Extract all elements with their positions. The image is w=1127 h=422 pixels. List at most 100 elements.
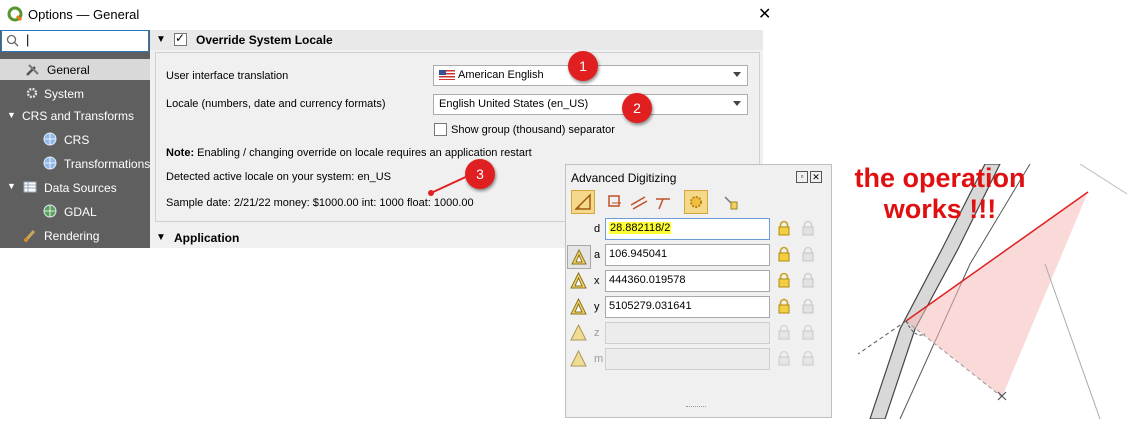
distance-value: 28.882118/2 [609,222,672,234]
parallel-icon [630,196,648,210]
search-text: | [26,32,30,47]
group-separator-checkbox[interactable] [434,123,447,136]
note-body: Enabling / changing override on locale r… [197,147,532,159]
settings-button[interactable] [684,190,708,214]
callout-badge-1: 1 [568,51,598,81]
angle-input[interactable]: 106.945041 [605,244,770,266]
relative-angle-button[interactable] [567,245,591,269]
lock-icon[interactable] [777,272,791,288]
sidebar-item-label: GDAL [64,205,97,219]
close-icon[interactable]: ✕ [810,171,822,183]
field-label-y: y [594,301,600,313]
override-locale-title: Override System Locale [196,33,333,47]
snap-button[interactable] [718,190,742,214]
z-input[interactable] [605,322,770,344]
sidebar-item-label: CRS [64,133,90,147]
lock-icon[interactable] [777,324,791,340]
close-icon[interactable]: ✕ [758,4,771,24]
window-title: Options — General [28,7,140,22]
lock-icon[interactable] [777,220,791,236]
enable-digitizing-button[interactable] [571,190,595,214]
lock-icon[interactable] [777,298,791,314]
application-section-title: Application [174,231,240,245]
distance-input[interactable]: 28.882118/2 [605,218,770,240]
resize-grip[interactable] [686,406,706,409]
digitizing-tools-icon [574,193,591,210]
relative-z-delta-icon[interactable] [570,324,587,341]
field-label-z: z [594,327,600,339]
chevron-down-icon [733,101,741,106]
x-value: 444360.019578 [609,274,686,286]
translation-label: User interface translation [166,70,289,82]
sidebar-item-transformations[interactable]: Transformations [0,154,150,174]
perpendicular-button[interactable] [651,190,675,214]
globe-icon [43,204,57,218]
construction-mode-button[interactable] [603,190,627,214]
paintbrush-icon [24,230,36,242]
us-flag-icon [439,70,455,80]
parallel-button[interactable] [627,190,651,214]
chevron-down-icon [733,72,741,77]
group-separator-label: Show group (thousand) separator [451,124,615,136]
globe-icon [43,132,57,146]
m-input[interactable] [605,348,770,370]
snap-icon [724,196,738,210]
sidebar-item-label: System [44,87,85,101]
field-label-d: d [594,223,601,235]
check-mark-icon: ✓ [175,31,186,45]
sidebar-item-crs[interactable]: CRS [0,130,150,150]
advanced-digitizing-title: Advanced Digitizing [571,171,677,185]
delta-icon [571,248,587,265]
annotation-line1: the operation [854,163,1026,193]
collapse-arrow-icon[interactable]: ▼ [156,232,166,243]
override-locale-header[interactable]: ▼ ✓ Override System Locale [150,30,763,50]
lock-icon[interactable] [777,246,791,262]
field-label-a: a [594,249,601,261]
locale-label: Locale (numbers, date and currency forma… [166,98,386,110]
sidebar-item-label: Rendering [44,229,100,243]
repeating-lock-icon[interactable] [801,324,815,340]
gear-icon [690,196,702,208]
sidebar-item-data-sources[interactable]: ▼ Data Sources [0,178,150,198]
relative-x-delta-icon[interactable] [570,272,587,289]
annotation-text: the operation works !!! [830,163,1050,225]
gear-icon [26,87,38,99]
repeating-lock-icon[interactable] [801,220,815,236]
sidebar-item-general[interactable]: General [0,59,150,80]
collapse-arrow-icon[interactable]: ▼ [7,181,16,191]
sidebar-item-gdal[interactable]: GDAL [0,202,150,222]
repeating-lock-icon[interactable] [801,246,815,262]
callout-pointer [428,174,471,196]
sidebar-item-rendering[interactable]: Rendering [0,226,150,246]
sidebar-item-label: Transformations [64,157,151,171]
float-icon[interactable]: ▫ [796,171,808,183]
lock-icon[interactable] [777,350,791,366]
relative-y-delta-icon[interactable] [570,298,587,315]
sidebar-item-label: CRS and Transforms [22,109,135,123]
repeating-lock-icon[interactable] [801,350,815,366]
callout-badge-2: 2 [622,93,652,123]
sidebar-item-crs-transforms[interactable]: ▼ CRS and Transforms [0,108,150,128]
collapse-arrow-icon[interactable]: ▼ [156,34,166,45]
detected-locale-text: Detected active locale on your system: e… [166,171,392,183]
annotation-line2: works !!! [883,194,997,224]
field-label-x: x [594,275,600,287]
search-input[interactable]: | [1,30,149,52]
search-icon [6,34,19,47]
qgis-logo-icon [7,6,23,22]
collapse-arrow-icon[interactable]: ▼ [7,110,16,120]
override-locale-checkbox[interactable]: ✓ [174,31,187,46]
repeating-lock-icon[interactable] [801,272,815,288]
x-input[interactable]: 444360.019578 [605,270,770,292]
note-bold: Note: [166,147,195,159]
y-value: 5105279.031641 [609,300,692,312]
repeating-lock-icon[interactable] [801,298,815,314]
sidebar-item-system[interactable]: System [0,84,150,104]
field-label-m: m [594,353,604,365]
y-input[interactable]: 5105279.031641 [605,296,770,318]
translation-value: American English [458,69,544,81]
locale-value: English United States (en_US) [439,98,589,110]
locale-select[interactable]: English United States (en_US) [433,94,748,115]
sidebar-item-label: Data Sources [44,181,117,195]
relative-m-delta-icon[interactable] [570,350,587,367]
